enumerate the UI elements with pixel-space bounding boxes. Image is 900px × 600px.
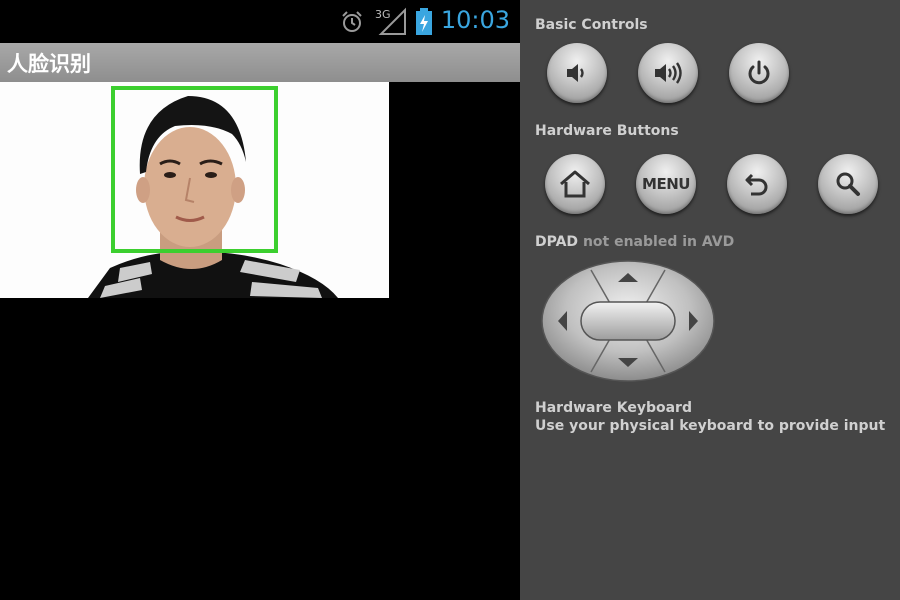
basic-controls-label: Basic Controls (535, 17, 648, 33)
hardware-buttons-label: Hardware Buttons (535, 123, 679, 139)
hardware-keyboard-description: Use your physical keyboard to provide in… (535, 418, 886, 434)
face-photo (0, 82, 389, 298)
face-detection-box (111, 86, 278, 253)
emulator-control-panel: Basic Controls Hardware Buttons MENU DPA… (520, 0, 900, 600)
dpad-title: DPAD (535, 234, 579, 250)
menu-button[interactable]: MENU (636, 154, 696, 214)
power-button[interactable] (729, 43, 789, 103)
hardware-keyboard-title: Hardware Keyboard (535, 400, 692, 416)
signal-icon: 3G (373, 6, 407, 40)
dpad-status: not enabled in AVD (582, 234, 735, 250)
app-title-bar: 人脸识别 (0, 43, 520, 82)
menu-button-label: MENU (642, 175, 690, 193)
volume-up-button[interactable] (638, 43, 698, 103)
dpad-label: DPAD not enabled in AVD (535, 234, 734, 250)
alarm-clock-icon (340, 10, 364, 38)
back-button[interactable] (727, 154, 787, 214)
home-icon (560, 170, 590, 198)
emulator-screen: 3G 10:03 人脸识别 (0, 0, 520, 600)
search-icon (836, 172, 860, 196)
dpad-center-button[interactable] (580, 301, 676, 341)
back-icon (745, 173, 768, 196)
volume-down-icon (567, 64, 584, 82)
dpad (541, 260, 715, 382)
status-bar: 3G 10:03 (0, 0, 520, 43)
app-title: 人脸识别 (7, 52, 91, 76)
search-button[interactable] (818, 154, 878, 214)
power-icon (748, 60, 770, 85)
clock-time: 10:03 (440, 6, 510, 34)
network-type-label: 3G (375, 8, 391, 21)
home-button[interactable] (545, 154, 605, 214)
volume-down-button[interactable] (547, 43, 607, 103)
battery-charging-icon (415, 8, 433, 40)
volume-up-icon (655, 62, 682, 84)
